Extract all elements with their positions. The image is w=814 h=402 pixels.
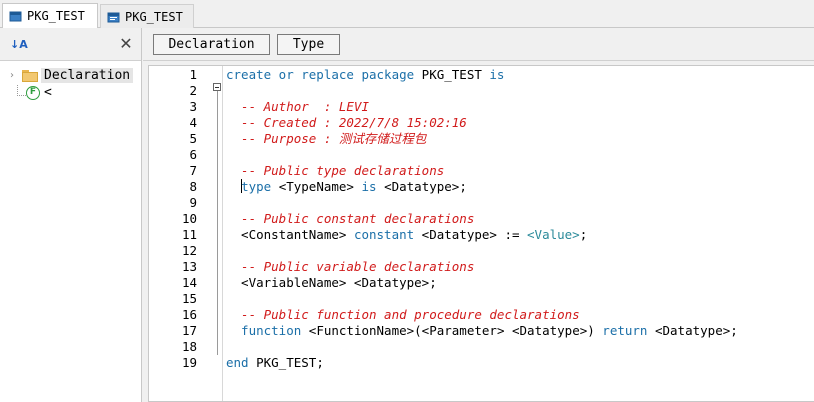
- code-comment: -- Public constant declarations: [226, 211, 475, 226]
- declaration-tree-panel: ↓A ✕ › Declaration F <: [0, 28, 142, 402]
- code-keyword: function: [226, 323, 309, 338]
- code-keyword: constant: [353, 227, 422, 242]
- tab-pkg-test-spec[interactable]: PKG_TEST: [2, 3, 98, 28]
- declaration-tree: › Declaration F <: [0, 61, 141, 101]
- line-number: 7: [189, 163, 197, 178]
- tree-item-declaration[interactable]: › Declaration: [0, 67, 141, 84]
- line-number: 17: [181, 323, 197, 338]
- code-keyword: create or replace package: [226, 67, 422, 82]
- tree-toolbar: ↓A ✕: [0, 28, 141, 61]
- tab-label: PKG_TEST: [27, 9, 85, 23]
- line-number: 19: [181, 355, 197, 370]
- code-text: <TypeName>: [278, 179, 362, 194]
- tab-pkg-test-body[interactable]: PKG_TEST: [100, 4, 194, 28]
- package-icon: [9, 10, 22, 22]
- code-text: ;: [579, 227, 588, 242]
- tree-item-function[interactable]: F <: [0, 84, 141, 101]
- fold-line: [217, 87, 218, 355]
- tab-bar: PKG_TEST PKG_TEST: [0, 0, 814, 28]
- line-number: 13: [181, 259, 197, 274]
- package-body-icon: [107, 11, 120, 23]
- code-text: PKG_TEST: [421, 67, 490, 82]
- type-button[interactable]: Type: [277, 34, 340, 55]
- code-comment: -- Purpose : 测试存储过程包: [226, 131, 427, 146]
- code-text: <Datatype> :=: [421, 227, 528, 242]
- code-line[interactable]: -- Created : 2022/7/8 15:02:16: [226, 115, 467, 131]
- code-comment: -- Public variable declarations: [226, 259, 475, 274]
- code-text: <Datatype>;: [654, 323, 738, 338]
- code-line[interactable]: -- Public type declarations: [226, 163, 444, 179]
- gutter-separator: [222, 66, 223, 401]
- line-number: 12: [181, 243, 197, 258]
- line-number: 1: [189, 67, 197, 82]
- code-comment: -- Author : LEVI: [226, 99, 369, 114]
- line-number: 8: [189, 179, 197, 194]
- sort-alphabetical-icon[interactable]: ↓A: [10, 37, 28, 53]
- line-number: 11: [181, 227, 197, 242]
- tab-label: PKG_TEST: [125, 9, 183, 24]
- code-line[interactable]: -- Author : LEVI: [226, 99, 369, 115]
- code-comment: -- Public type declarations: [226, 163, 445, 178]
- code-keyword: end: [226, 355, 257, 370]
- code-line[interactable]: -- Public constant declarations: [226, 211, 474, 227]
- code-line[interactable]: function <FunctionName>(<Parameter> <Dat…: [226, 323, 738, 339]
- code-text: <Datatype>;: [384, 179, 467, 194]
- code-line[interactable]: -- Purpose : 测试存储过程包: [226, 131, 426, 147]
- chevron-right-icon[interactable]: ›: [10, 70, 20, 81]
- code-line[interactable]: end PKG_TEST;: [226, 355, 324, 371]
- code-keyword: type: [241, 179, 279, 194]
- code-text: PKG_TEST;: [256, 355, 324, 370]
- line-number: 3: [189, 99, 197, 114]
- line-number: 5: [189, 131, 197, 146]
- tree-item-label: Declaration: [41, 68, 134, 83]
- code-line[interactable]: create or replace package PKG_TEST is: [226, 67, 504, 83]
- line-number: 15: [181, 291, 197, 306]
- close-icon[interactable]: ✕: [118, 34, 134, 54]
- folder-icon: [22, 69, 38, 82]
- fold-collapse-icon[interactable]: [213, 83, 221, 91]
- line-number: 16: [181, 307, 197, 322]
- declaration-button[interactable]: Declaration: [153, 34, 270, 55]
- code-placeholder: <Value>: [527, 227, 580, 242]
- function-icon: F: [26, 85, 40, 100]
- line-number: 4: [189, 115, 197, 130]
- code-editor[interactable]: 1 create or replace package PKG_TEST is 2 3…: [148, 65, 814, 402]
- line-number: 9: [189, 195, 197, 210]
- line-number: 10: [181, 211, 197, 226]
- code-line[interactable]: <VariableName> <Datatype>;: [226, 275, 437, 291]
- code-keyword: return: [602, 323, 655, 338]
- code-text: <VariableName> <Datatype>;: [226, 275, 437, 290]
- code-line[interactable]: -- Public variable declarations: [226, 259, 474, 275]
- code-comment: -- Public function and procedure declara…: [226, 307, 580, 322]
- line-number: 6: [189, 147, 197, 162]
- code-line[interactable]: -- Public function and procedure declara…: [226, 307, 580, 323]
- line-number: 18: [181, 339, 197, 354]
- line-number: 14: [181, 275, 197, 290]
- code-text: <FunctionName>(<Parameter> <Datatype>): [308, 323, 603, 338]
- editor-panel: Declaration Type 1 create or replace pack…: [143, 28, 814, 402]
- code-line[interactable]: <ConstantName> constant <Datatype> := <V…: [226, 227, 587, 243]
- code-keyword: is: [361, 179, 385, 194]
- line-number: 2: [189, 83, 197, 98]
- code-text: <ConstantName>: [226, 227, 354, 242]
- code-line[interactable]: type <TypeName> is <Datatype>;: [226, 179, 467, 195]
- tree-item-label: <: [44, 85, 52, 100]
- editor-toolbar: Declaration Type: [143, 28, 814, 61]
- code-keyword: is: [489, 67, 505, 82]
- code-comment: -- Created : 2022/7/8 15:02:16: [226, 115, 467, 130]
